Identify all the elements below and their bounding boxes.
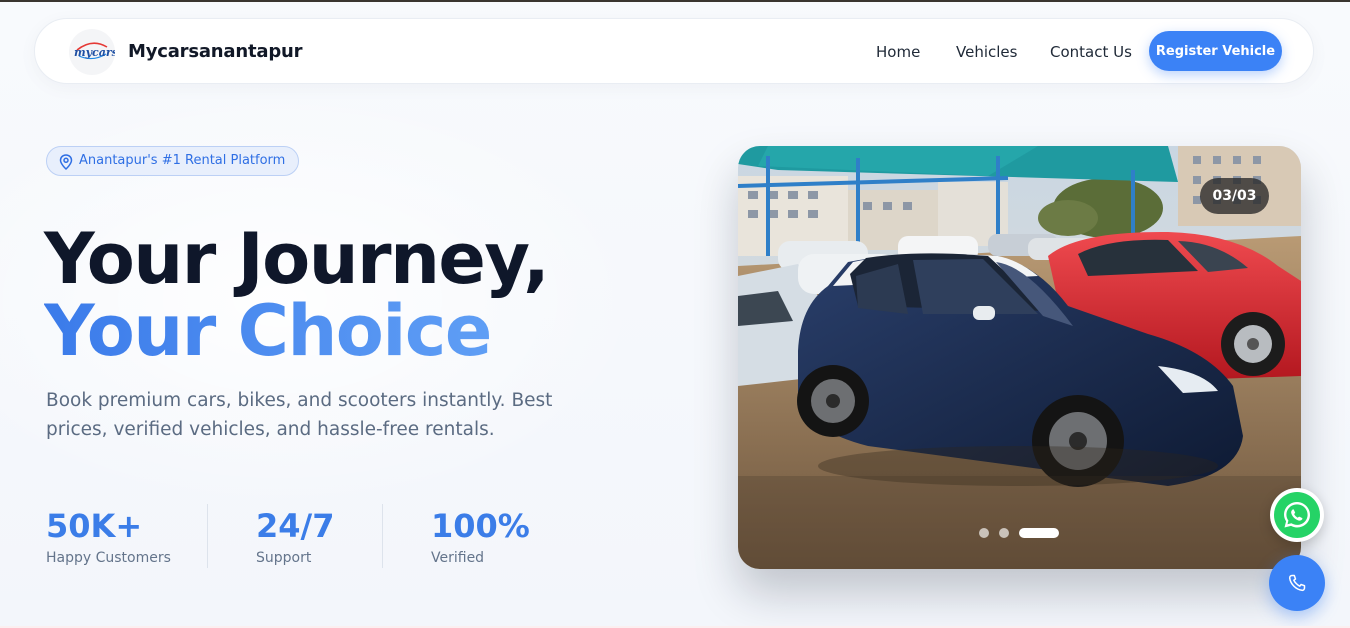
stat-support: 24/7 Support <box>256 504 334 566</box>
carousel-slide-counter: 03/03 <box>1200 178 1269 214</box>
carousel-dot-3-active[interactable] <box>1019 528 1059 538</box>
hero-badge: Anantapur's #1 Rental Platform <box>46 146 300 176</box>
brand-name[interactable]: Mycarsanantapur <box>128 41 303 62</box>
stat-value: 100% <box>431 507 530 545</box>
hero-title-line-2: Your Choice <box>44 290 492 372</box>
nav-link-home[interactable]: Home <box>876 43 920 61</box>
register-vehicle-button[interactable]: Register Vehicle <box>1149 31 1282 71</box>
carousel-dot-2[interactable] <box>999 528 1009 538</box>
carousel-dot-1[interactable] <box>979 528 989 538</box>
stat-label: Verified <box>431 550 485 566</box>
hero-badge-label: Anantapur's #1 Rental Platform <box>79 153 286 168</box>
top-navbar: mycars Mycarsanantapur Home Vehicles Con… <box>34 18 1314 84</box>
hero-title-line-1: Your Journey, <box>44 218 550 300</box>
map-pin-icon <box>59 154 73 170</box>
call-button[interactable] <box>1269 555 1325 611</box>
stat-divider <box>207 504 208 568</box>
nav-link-contact-us[interactable]: Contact Us <box>1050 43 1132 61</box>
whatsapp-button[interactable] <box>1270 488 1324 542</box>
window-top-border <box>0 0 1350 2</box>
brand-logo[interactable]: mycars <box>69 29 115 75</box>
logo-wordmark: mycars <box>74 46 115 59</box>
stat-value: 24/7 <box>256 507 335 545</box>
stat-happy-customers: 50K+ Happy Customers <box>46 504 171 566</box>
stat-divider <box>382 504 383 568</box>
nav-link-vehicles[interactable]: Vehicles <box>956 43 1017 61</box>
phone-icon <box>1288 574 1306 592</box>
stat-label: Happy Customers <box>46 550 171 566</box>
whatsapp-icon <box>1274 492 1320 538</box>
stat-value: 50K+ <box>46 507 143 545</box>
hero-subtitle: Book premium cars, bikes, and scooters i… <box>46 390 553 440</box>
stat-verified: 100% Verified <box>431 504 530 566</box>
stat-label: Support <box>256 550 312 566</box>
